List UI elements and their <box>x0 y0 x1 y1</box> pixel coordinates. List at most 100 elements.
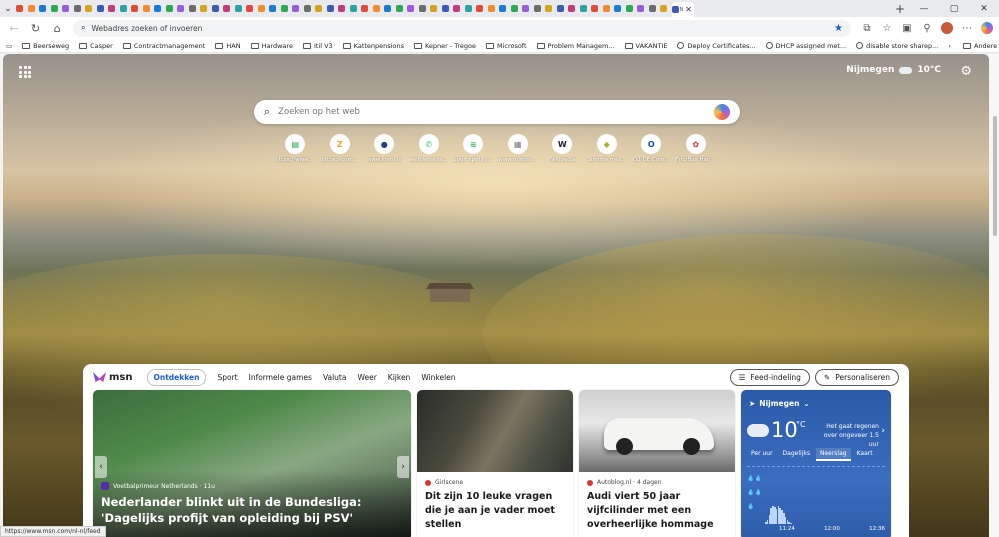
bookmarks-overflow-icon[interactable]: › <box>948 42 951 50</box>
browser-tab[interactable] <box>533 3 545 15</box>
browser-tab[interactable] <box>211 3 223 15</box>
weather-card-city[interactable]: Nijmegen <box>759 399 799 408</box>
browser-tab[interactable] <box>384 3 395 15</box>
tab-close-icon[interactable]: ✕ <box>685 5 692 14</box>
collections-icon[interactable]: ▣ <box>899 20 915 36</box>
browser-tab[interactable] <box>73 3 85 15</box>
browser-tab[interactable] <box>315 3 326 15</box>
profile-avatar[interactable] <box>939 20 955 36</box>
bookmark-item[interactable]: HAN <box>215 42 241 50</box>
feed-tab-kijken[interactable]: Kijken <box>388 373 411 382</box>
page-scrollbar[interactable] <box>990 54 999 537</box>
weather-tab[interactable]: Kaart <box>853 448 877 461</box>
web-search-input[interactable] <box>278 107 706 117</box>
browser-tab[interactable] <box>338 3 349 15</box>
browser-tab[interactable] <box>234 3 246 15</box>
browser-tab[interactable] <box>441 3 453 15</box>
browser-tab[interactable] <box>257 3 269 15</box>
browser-tab[interactable]: N ✕ <box>671 2 694 17</box>
new-tab-button[interactable]: + <box>891 2 909 16</box>
browser-tab[interactable] <box>614 3 625 15</box>
back-button[interactable]: ← <box>4 19 24 37</box>
bookmark-item[interactable]: Beerseweg <box>22 42 69 50</box>
copilot-icon[interactable] <box>979 20 995 36</box>
browser-tab[interactable] <box>510 3 522 15</box>
bookmark-item[interactable]: Itil V3 <box>302 42 333 50</box>
hero-article-card[interactable]: ‹ › Voetbalprimeur Netherlands · 11u Ned… <box>93 390 411 537</box>
bookmark-item[interactable]: Casper <box>79 42 113 50</box>
browser-tab[interactable] <box>660 3 671 15</box>
browser-tab[interactable] <box>27 3 39 15</box>
article-card[interactable]: Autoblog.nl · 4 dagen Audi viert 50 jaar… <box>579 390 735 537</box>
browser-tab[interactable] <box>200 3 211 15</box>
article-title[interactable]: Audi viert 50 jaar vijfcilinder met een … <box>587 490 727 532</box>
bookmark-item[interactable]: Problem Managem... <box>536 42 615 50</box>
browser-tab[interactable] <box>602 3 614 15</box>
more-options-icon[interactable]: ⋯ <box>959 20 975 36</box>
other-favorites[interactable]: Andere favorieten <box>962 42 999 50</box>
browser-tab[interactable] <box>246 3 257 15</box>
bookmark-item[interactable]: Contractmanagement <box>122 42 205 50</box>
copilot-search-icon[interactable] <box>714 104 730 120</box>
bookmark-item[interactable]: Kattenpensions <box>342 42 404 50</box>
quick-link[interactable]: ▦ www.minder... <box>496 134 541 163</box>
browser-tab[interactable] <box>142 3 154 15</box>
browser-tab[interactable] <box>464 3 476 15</box>
browser-tab[interactable] <box>96 3 108 15</box>
omnibox[interactable]: ⌕ ★ <box>73 19 851 37</box>
browser-tab[interactable] <box>637 3 648 15</box>
maximize-icon[interactable]: ▢ <box>939 4 969 14</box>
browser-tab[interactable] <box>361 3 372 15</box>
quick-link[interactable]: W Wikipedia <box>540 134 585 163</box>
quick-link[interactable]: Zhttps://com... <box>318 134 363 163</box>
apps-grid-icon[interactable] <box>19 66 31 78</box>
browser-tab[interactable] <box>62 3 73 15</box>
browser-tab[interactable] <box>16 3 27 15</box>
refresh-button[interactable]: ↻ <box>26 19 46 37</box>
chevron-right-icon[interactable]: › <box>881 426 885 436</box>
msn-logo[interactable]: msn <box>93 372 133 383</box>
browser-tab[interactable] <box>119 3 131 15</box>
browser-tab[interactable] <box>292 3 303 15</box>
browser-tab[interactable] <box>625 3 637 15</box>
browser-tab[interactable] <box>545 3 556 15</box>
bookmark-item[interactable]: Kepner - Tregoe <box>413 42 476 50</box>
weather-card[interactable]: ➤ Nijmegen ⌄ 10 °C Het gaat regenen over… <box>741 390 891 537</box>
carousel-prev-icon[interactable]: ‹ <box>95 456 107 478</box>
feed-tab-sport[interactable]: Sport <box>217 373 237 382</box>
bookmark-item[interactable]: disable store sharep... <box>856 42 938 50</box>
browser-tab[interactable] <box>418 3 430 15</box>
quick-link[interactable]: O O2 DE Com... <box>629 134 674 163</box>
feed-tab-valuta[interactable]: Valuta <box>323 373 347 382</box>
web-search-box[interactable]: ⌕ <box>254 100 740 124</box>
tab-actions-menu[interactable]: ⌄ <box>0 0 16 17</box>
bookmark-item[interactable]: Deploy Certificates... <box>677 42 756 50</box>
browser-tab[interactable] <box>579 3 591 15</box>
browser-tab[interactable] <box>349 3 361 15</box>
browser-tab[interactable] <box>303 3 315 15</box>
hero-title[interactable]: Nederlander blinkt uit in de Bundesliga:… <box>101 494 401 526</box>
quick-link[interactable]: ✆ web.whatsa... <box>407 134 452 163</box>
browser-tab[interactable] <box>487 3 499 15</box>
reading-view-icon[interactable]: ▭ <box>6 42 12 50</box>
weather-tab[interactable]: Neerslag <box>815 448 851 461</box>
browser-tab[interactable] <box>326 3 338 15</box>
bookmark-item[interactable]: DHCP assigned met... <box>765 42 846 50</box>
carousel-next-icon[interactable]: › <box>397 456 409 478</box>
browser-tab[interactable] <box>280 3 292 15</box>
feed-tab-weer[interactable]: Weer <box>357 373 376 382</box>
bookmark-item[interactable]: VAKANTIE <box>624 42 667 50</box>
feed-tab-winkelen[interactable]: Winkelen <box>421 373 455 382</box>
quick-link[interactable]: ◆ Slimme met... <box>585 134 630 163</box>
browser-tab[interactable] <box>223 3 234 15</box>
address-input[interactable] <box>91 23 829 33</box>
bookmark-item[interactable]: Microsoft <box>485 42 527 50</box>
browser-tab[interactable] <box>476 3 487 15</box>
browser-tab[interactable] <box>85 3 96 15</box>
browser-tab[interactable] <box>648 3 660 15</box>
browser-tab[interactable] <box>165 3 177 15</box>
browser-tab[interactable] <box>188 3 200 15</box>
article-card[interactable]: Girlscene Dit zijn 10 leuke vragen die j… <box>417 390 573 537</box>
browser-tab[interactable] <box>407 3 418 15</box>
browser-tab[interactable] <box>39 3 50 15</box>
